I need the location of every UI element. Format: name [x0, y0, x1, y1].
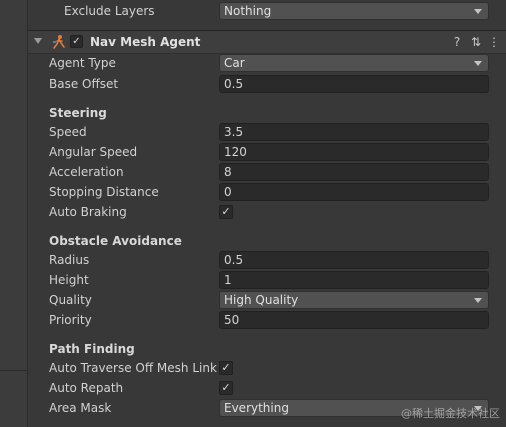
priority-field[interactable]: 50	[219, 311, 489, 329]
quality-dropdown[interactable]: High Quality	[219, 291, 489, 309]
steering-header: Steering	[49, 106, 107, 120]
auto-braking-row: Auto Braking ✓	[28, 202, 506, 222]
quality-row: Quality High Quality	[28, 290, 506, 310]
speed-label: Speed	[49, 125, 87, 139]
area-mask-label: Area Mask	[49, 401, 112, 415]
stopping-distance-field[interactable]: 0	[219, 183, 489, 201]
auto-repath-row: Auto Repath ✓	[28, 378, 506, 398]
angular-speed-row: Angular Speed 120	[28, 142, 506, 162]
height-field[interactable]: 1	[219, 271, 489, 289]
auto-braking-checkbox[interactable]: ✓	[219, 205, 233, 219]
priority-row: Priority 50	[28, 310, 506, 330]
agent-type-label: Agent Type	[49, 56, 116, 70]
chevron-down-icon	[474, 298, 482, 303]
chevron-down-icon	[474, 9, 482, 14]
inspector-panel: Exclude Layers Nothing ✓ Nav Mesh Agent …	[28, 0, 506, 427]
agent-type-value: Car	[224, 56, 245, 70]
auto-repath-checkbox[interactable]: ✓	[219, 381, 233, 395]
height-label: Height	[49, 273, 89, 287]
speed-field[interactable]: 3.5	[219, 123, 489, 141]
base-offset-label: Base Offset	[49, 77, 119, 91]
nav-mesh-agent-header[interactable]: ✓ Nav Mesh Agent ? ⇅ ⋮	[28, 30, 506, 54]
auto-braking-label: Auto Braking	[49, 205, 127, 219]
radius-label: Radius	[49, 253, 90, 267]
radius-field[interactable]: 0.5	[219, 251, 489, 269]
exclude-layers-value: Nothing	[224, 4, 272, 18]
quality-value: High Quality	[224, 293, 299, 307]
left-pane-strip	[0, 0, 28, 427]
speed-row: Speed 3.5	[28, 122, 506, 142]
quality-label: Quality	[49, 293, 92, 307]
base-offset-field[interactable]: 0.5	[219, 75, 489, 93]
watermark: @稀土掘金技术社区	[401, 407, 500, 420]
presets-icon[interactable]: ⇅	[469, 34, 483, 50]
auto-traverse-checkbox[interactable]: ✓	[219, 361, 233, 375]
left-pane-divider	[0, 370, 27, 371]
context-menu-icon[interactable]: ⋮	[487, 34, 501, 50]
base-offset-row: Base Offset 0.5	[28, 74, 506, 94]
foldout-arrow-icon[interactable]	[34, 38, 42, 44]
exclude-layers-row: Exclude Layers Nothing	[28, 1, 506, 21]
help-icon[interactable]: ?	[450, 34, 464, 50]
height-row: Height 1	[28, 270, 506, 290]
stopping-distance-row: Stopping Distance 0	[28, 182, 506, 202]
priority-label: Priority	[49, 313, 92, 327]
acceleration-label: Acceleration	[49, 165, 124, 179]
exclude-layers-label: Exclude Layers	[64, 4, 155, 18]
auto-traverse-label: Auto Traverse Off Mesh Link	[49, 361, 217, 375]
acceleration-field[interactable]: 8	[219, 163, 489, 181]
auto-traverse-row: Auto Traverse Off Mesh Link ✓	[28, 358, 506, 378]
area-mask-value: Everything	[224, 401, 289, 415]
angular-speed-label: Angular Speed	[49, 145, 138, 159]
exclude-layers-dropdown[interactable]: Nothing	[219, 2, 489, 20]
radius-row: Radius 0.5	[28, 250, 506, 270]
acceleration-row: Acceleration 8	[28, 162, 506, 182]
obstacle-avoidance-header: Obstacle Avoidance	[49, 234, 182, 248]
angular-speed-field[interactable]: 120	[219, 143, 489, 161]
agent-type-row: Agent Type Car	[28, 53, 506, 73]
agent-type-dropdown[interactable]: Car	[219, 54, 489, 72]
nav-mesh-agent-icon	[53, 35, 65, 49]
component-enabled-checkbox[interactable]: ✓	[70, 35, 83, 48]
stopping-distance-label: Stopping Distance	[49, 185, 159, 199]
path-finding-header: Path Finding	[49, 342, 135, 356]
chevron-down-icon	[474, 61, 482, 66]
auto-repath-label: Auto Repath	[49, 381, 124, 395]
component-title: Nav Mesh Agent	[90, 35, 201, 49]
